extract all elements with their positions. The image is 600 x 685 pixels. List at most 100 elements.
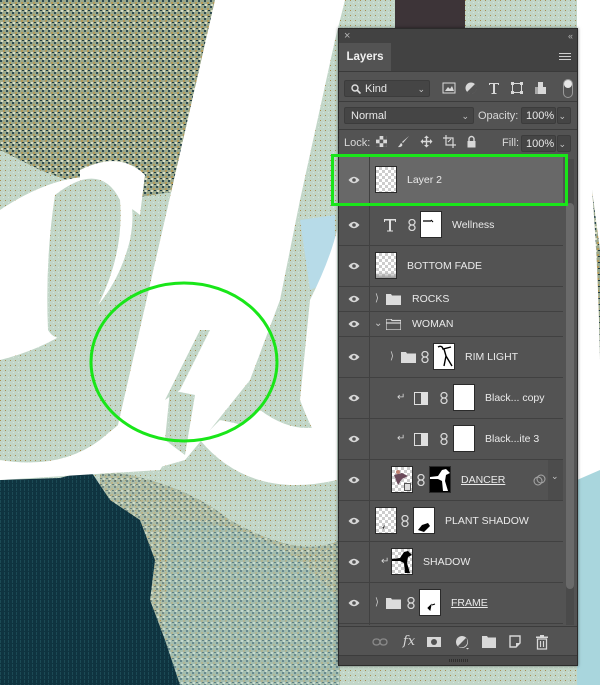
link-chain-icon[interactable] [407, 597, 415, 609]
layer-row-black-white-3[interactable]: ↵ Black...ite 3 [339, 419, 563, 460]
lock-artboard-icon[interactable] [443, 135, 456, 148]
lock-transparent-pixels-icon[interactable] [375, 135, 388, 148]
clipping-mask-icon: ↵ [397, 392, 406, 403]
lock-image-pixels-icon[interactable] [397, 135, 410, 148]
panel-titlebar: × ‹‹ [339, 29, 577, 43]
visibility-toggle[interactable] [339, 246, 370, 286]
fill-slider-button[interactable]: ⌄ [557, 135, 571, 152]
layer-row-black-copy[interactable]: ↵ Black... copy [339, 378, 563, 419]
visibility-toggle[interactable] [339, 583, 370, 623]
visibility-toggle[interactable] [339, 287, 370, 311]
light-blue-patch [577, 470, 600, 685]
layer-mask-thumbnail[interactable] [453, 425, 475, 452]
expand-effects-button[interactable]: ⌄ [548, 460, 563, 500]
layer-name: RIM LIGHT [465, 351, 519, 363]
layer-mask-thumbnail[interactable] [420, 211, 442, 238]
shape-filter-icon[interactable] [510, 81, 524, 95]
visibility-toggle[interactable] [339, 460, 370, 500]
panel-resize-handle[interactable] [339, 655, 577, 665]
type-filter-icon[interactable] [487, 81, 501, 95]
smart-object-thumbnail [391, 466, 413, 493]
filter-kind-dropdown[interactable]: Kind ⌄ [344, 80, 430, 97]
layer-row-plants[interactable]: ⟩ PLANTS [339, 624, 563, 625]
layer-thumbnail [375, 252, 397, 279]
layer-row-bottom-fade[interactable]: BOTTOM FADE [339, 246, 563, 287]
link-chain-icon[interactable] [421, 351, 429, 363]
folder-icon [401, 352, 416, 363]
layer-name: Wellness [452, 219, 495, 231]
expand-arrow-icon[interactable]: ⟩ [390, 351, 394, 363]
filter-row: Kind ⌄ [339, 76, 577, 102]
black-white-adjustment-icon [414, 392, 428, 405]
visibility-toggle[interactable] [339, 419, 370, 459]
clipping-mask-icon: ↵ [381, 556, 390, 567]
visibility-toggle[interactable] [339, 337, 370, 377]
add-mask-icon[interactable] [426, 634, 442, 650]
layer-row-rocks[interactable]: ⟩ ROCKS [339, 287, 563, 312]
smart-filter-icon[interactable] [533, 474, 546, 486]
visibility-toggle[interactable] [339, 542, 370, 582]
visibility-toggle[interactable] [339, 205, 370, 245]
pixel-filter-icon[interactable] [442, 81, 456, 95]
chevron-down-icon: ⌄ [551, 471, 559, 481]
layer-name: ROCKS [412, 293, 450, 305]
folder-icon [386, 598, 401, 609]
link-chain-icon[interactable] [440, 433, 448, 445]
black-white-adjustment-icon [414, 433, 428, 446]
panel-menu-icon[interactable] [559, 53, 571, 62]
collapse-arrow-icon[interactable]: ⌄ [374, 318, 382, 330]
link-layers-icon[interactable] [372, 634, 388, 650]
new-adjustment-layer-icon[interactable] [454, 634, 470, 650]
visibility-toggle[interactable] [339, 624, 370, 625]
layer-row-frame[interactable]: ⟩ FRAME [339, 583, 563, 624]
layer-name: Black... copy [485, 392, 545, 404]
layer-row-rim-light[interactable]: ⟩ RIM LIGHT [339, 337, 563, 378]
adjustment-filter-icon[interactable] [464, 81, 478, 95]
link-chain-icon[interactable] [408, 219, 416, 231]
layer-row-dancer[interactable]: DANCER ⌄ [339, 460, 563, 501]
lock-label: Lock: [344, 137, 371, 149]
close-panel-icon[interactable]: × [344, 29, 350, 43]
blend-mode-dropdown[interactable]: Normal ⌄ [344, 107, 474, 124]
link-chain-icon[interactable] [417, 474, 425, 486]
filter-toggle[interactable] [563, 79, 573, 98]
fill-input[interactable]: 100% [521, 135, 556, 152]
link-chain-icon[interactable] [440, 392, 448, 404]
eye-icon [348, 599, 360, 607]
layer-row-shadow[interactable]: ↵ SHADOW [339, 542, 563, 583]
layer-mask-thumbnail[interactable] [429, 466, 451, 493]
new-group-icon[interactable] [481, 634, 497, 650]
visibility-toggle[interactable] [339, 501, 370, 541]
add-layer-style-icon[interactable]: fx [401, 634, 417, 650]
layer-name: Black...ite 3 [485, 433, 540, 445]
filter-kind-label: Kind [365, 83, 388, 95]
layer-mask-thumbnail[interactable] [433, 343, 455, 370]
new-layer-icon[interactable] [507, 634, 523, 650]
layer-mask-thumbnail[interactable] [413, 507, 435, 534]
expand-arrow-icon[interactable]: ⟩ [375, 293, 379, 305]
lock-position-icon[interactable] [420, 135, 433, 148]
collapse-panel-icon[interactable]: ‹‹ [568, 29, 573, 43]
layer-row-woman[interactable]: ⌄ WOMAN [339, 312, 563, 337]
opacity-slider-button[interactable]: ⌄ [557, 107, 571, 124]
lock-all-icon[interactable] [465, 135, 478, 148]
expand-arrow-icon[interactable]: ⟩ [375, 597, 379, 609]
layer-mask-thumbnail[interactable] [419, 589, 441, 616]
tab-layers[interactable]: Layers [339, 43, 391, 71]
smart-object-filter-icon[interactable] [533, 81, 547, 95]
layer-row-wellness[interactable]: Wellness [339, 205, 563, 246]
layer-name: PLANT SHADOW [445, 515, 529, 527]
visibility-toggle[interactable] [339, 312, 370, 336]
blend-mode-value: Normal [351, 110, 387, 122]
delete-layer-icon[interactable] [534, 634, 550, 650]
blend-row: Normal ⌄ Opacity: 100% ⌄ [339, 102, 577, 128]
layer-mask-thumbnail[interactable] [453, 384, 475, 411]
lock-row: Lock: Fill: 100% ⌄ [339, 130, 577, 156]
eye-icon [348, 558, 360, 566]
layer-thumbnail [375, 507, 397, 534]
opacity-input[interactable]: 100% [521, 107, 556, 124]
visibility-toggle[interactable] [339, 378, 370, 418]
scrollbar-thumb[interactable] [566, 203, 574, 589]
layer-row-plant-shadow[interactable]: PLANT SHADOW [339, 501, 563, 542]
link-chain-icon[interactable] [401, 515, 409, 527]
